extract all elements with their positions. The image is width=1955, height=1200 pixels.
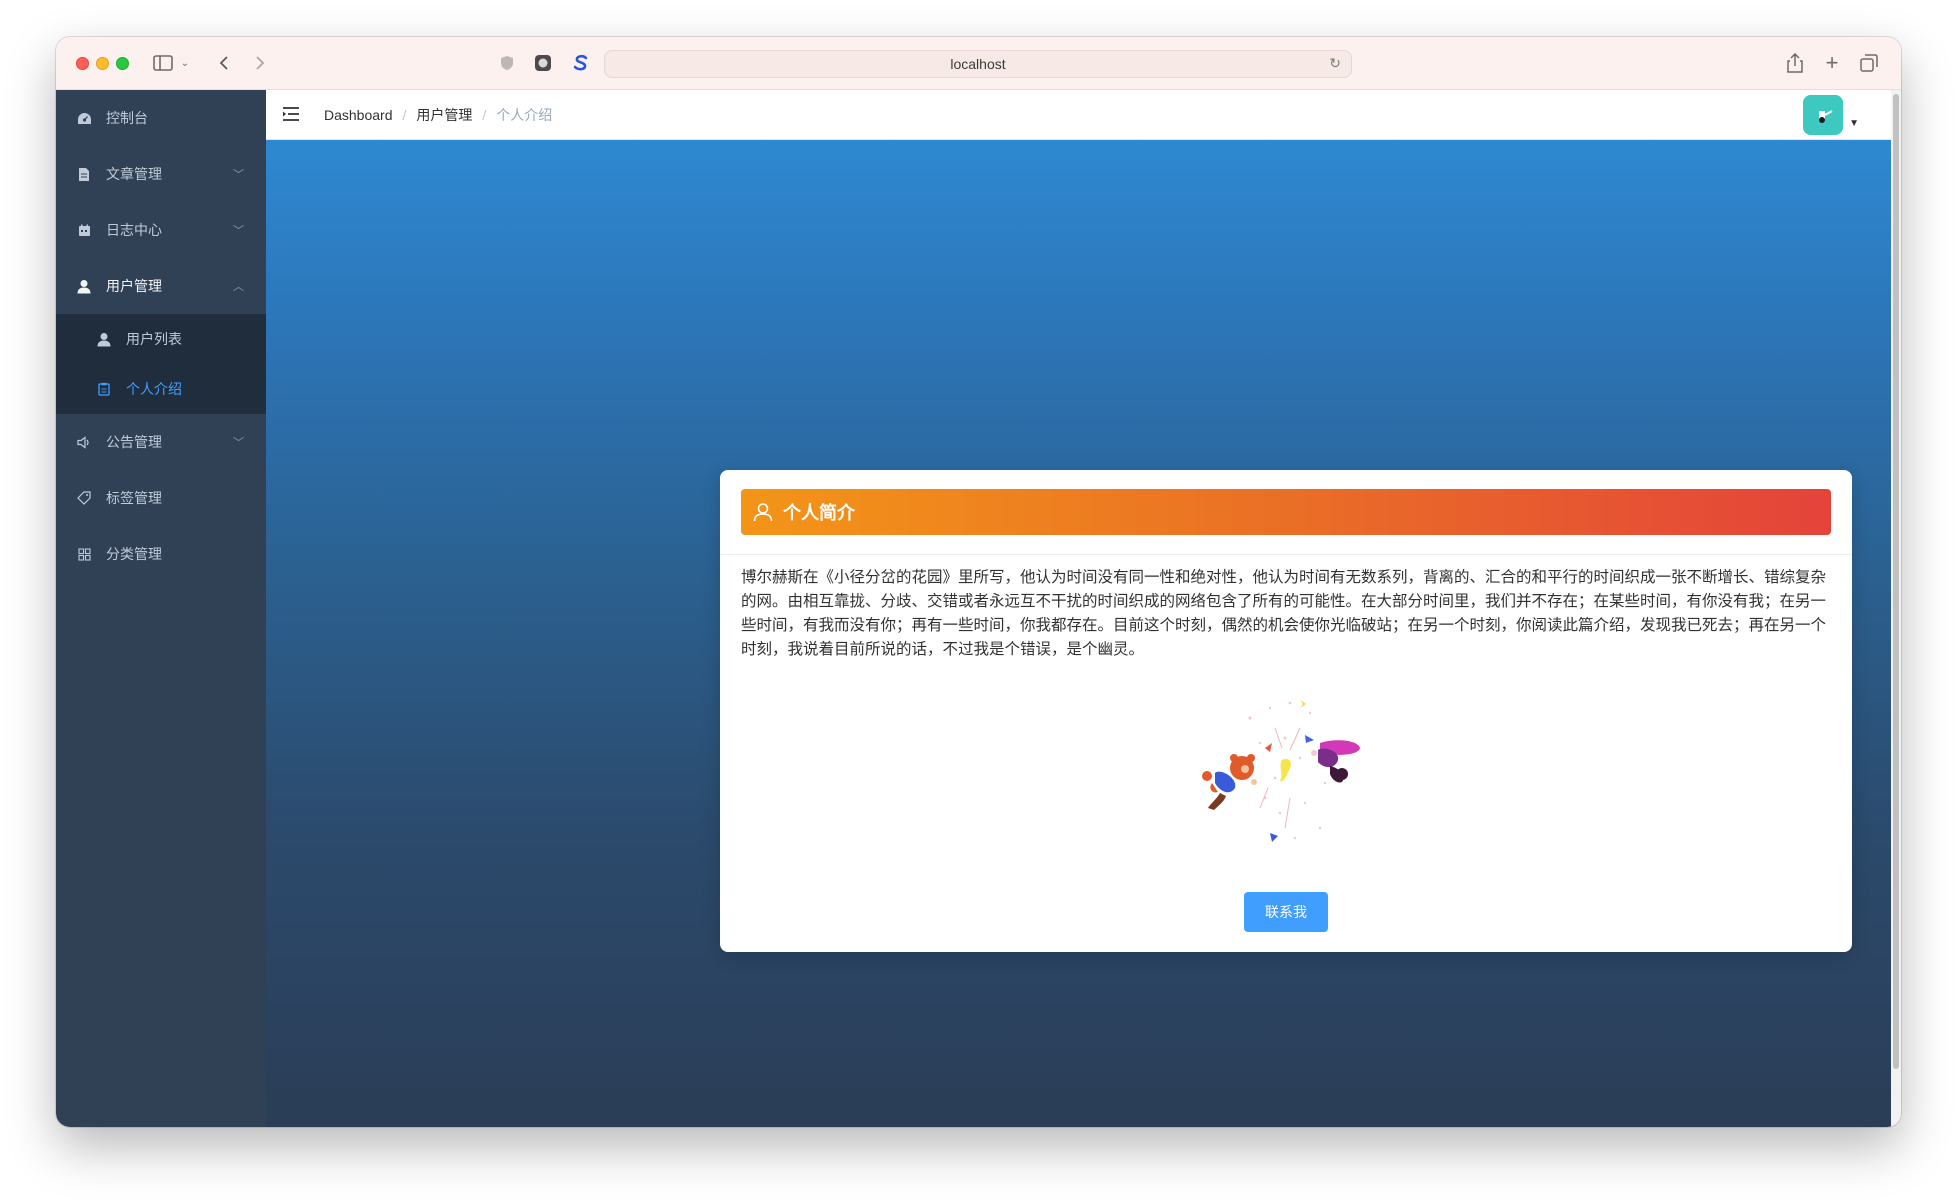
breadcrumb: Dashboard / 用户管理 / 个人介绍 (324, 105, 553, 125)
illustration (1190, 688, 1380, 858)
sidebar-item-users[interactable]: 用户管理 ︿ (56, 258, 266, 314)
sidebar-item-announcements[interactable]: 公告管理 ﹀ (56, 414, 266, 470)
address-bar[interactable]: localhost ↻ (604, 50, 1352, 78)
sidebar-item-label: 控制台 (106, 110, 148, 126)
breadcrumb-user-management[interactable]: 用户管理 (416, 105, 472, 125)
profile-card: 个人简介 博尔赫斯在《小径分岔的花园》里所写，他认为时间没有同一性和绝对性，他认… (720, 470, 1852, 952)
new-tab-icon[interactable]: + (1821, 50, 1843, 75)
sidebar-toggle-icon[interactable] (152, 51, 174, 75)
back-icon[interactable] (214, 51, 234, 75)
calendar-icon (76, 222, 92, 238)
maximize-window-button[interactable] (116, 57, 129, 70)
breadcrumb-dashboard[interactable]: Dashboard (324, 107, 393, 123)
hamburger-icon[interactable] (282, 106, 300, 127)
avatar[interactable] (1803, 95, 1843, 135)
card-title: 个人简介 (783, 503, 855, 523)
sidebar-item-user-list[interactable]: 用户列表 (56, 314, 266, 364)
user-outline-icon (753, 501, 775, 523)
sidebar-item-label: 用户列表 (126, 331, 182, 347)
extension-s-icon[interactable] (570, 51, 592, 75)
sidebar-item-logs[interactable]: 日志中心 ﹀ (56, 202, 266, 258)
sidebar-item-label: 用户管理 (106, 278, 162, 294)
chevron-down-icon: ﹀ (233, 169, 244, 181)
dashboard-icon (76, 110, 92, 126)
browser-window: ⌄ localhost ↻ + 控制台 文章管理 ﹀ 日志中心 ﹀ 用户管理 ︿… (56, 37, 1901, 1127)
chevron-up-icon: ︿ (233, 281, 244, 293)
tag-icon (76, 490, 92, 506)
scrollbar-thumb[interactable] (1893, 94, 1899, 1069)
sidebar-item-dashboard[interactable]: 控制台 (56, 90, 266, 146)
forward-icon[interactable] (250, 51, 270, 75)
main-content: Dashboard / 用户管理 / 个人介绍 ▼ 个人简介 博尔赫斯在《小径分… (266, 90, 1891, 1127)
user-icon (76, 278, 92, 294)
tab-overview-icon[interactable] (1858, 51, 1880, 75)
shield-icon[interactable] (496, 51, 518, 75)
sidebar-item-categories[interactable]: 分类管理 (56, 526, 266, 582)
url-text: localhost (950, 56, 1006, 72)
sidebar-item-label: 日志中心 (106, 222, 162, 238)
contact-me-button[interactable]: 联系我 (1244, 892, 1328, 932)
sidebar-item-label: 公告管理 (106, 434, 162, 450)
minimize-window-button[interactable] (96, 57, 109, 70)
document-icon (76, 166, 92, 182)
grid-icon (76, 546, 92, 562)
share-icon[interactable] (1784, 51, 1806, 75)
extension-record-icon[interactable] (532, 51, 554, 75)
submenu-users: 用户列表 个人介绍 (56, 314, 266, 414)
sidebar-item-label: 分类管理 (106, 546, 162, 562)
sidebar-item-label: 个人介绍 (126, 381, 182, 397)
sidebar: 控制台 文章管理 ﹀ 日志中心 ﹀ 用户管理 ︿ 用户列表 个人介绍 公告管理 … (56, 90, 266, 1127)
chevron-down-icon: ﹀ (233, 437, 244, 449)
sidebar-item-tags[interactable]: 标签管理 (56, 470, 266, 526)
sidebar-item-articles[interactable]: 文章管理 ﹀ (56, 146, 266, 202)
chevron-down-icon: ﹀ (233, 225, 244, 237)
clipboard-icon (96, 381, 112, 397)
reload-icon[interactable]: ↻ (1329, 55, 1341, 72)
breadcrumb-current: 个人介绍 (496, 107, 553, 123)
card-header: 个人简介 (741, 489, 1831, 535)
sidebar-item-label: 标签管理 (106, 490, 162, 506)
close-window-button[interactable] (76, 57, 89, 70)
user-icon (96, 331, 112, 347)
sidebar-item-profile[interactable]: 个人介绍 (56, 364, 266, 414)
scrollbar[interactable] (1891, 90, 1901, 1127)
chevron-down-icon[interactable]: ⌄ (178, 51, 192, 75)
speaker-icon (76, 434, 92, 450)
sidebar-item-label: 文章管理 (106, 166, 162, 182)
top-navbar: Dashboard / 用户管理 / 个人介绍 ▼ (266, 90, 1891, 140)
caret-down-icon[interactable]: ▼ (1849, 118, 1859, 129)
profile-description: 博尔赫斯在《小径分岔的花园》里所写，他认为时间没有同一性和绝对性，他认为时间有无… (741, 569, 1827, 658)
browser-titlebar: ⌄ localhost ↻ + (56, 37, 1901, 90)
